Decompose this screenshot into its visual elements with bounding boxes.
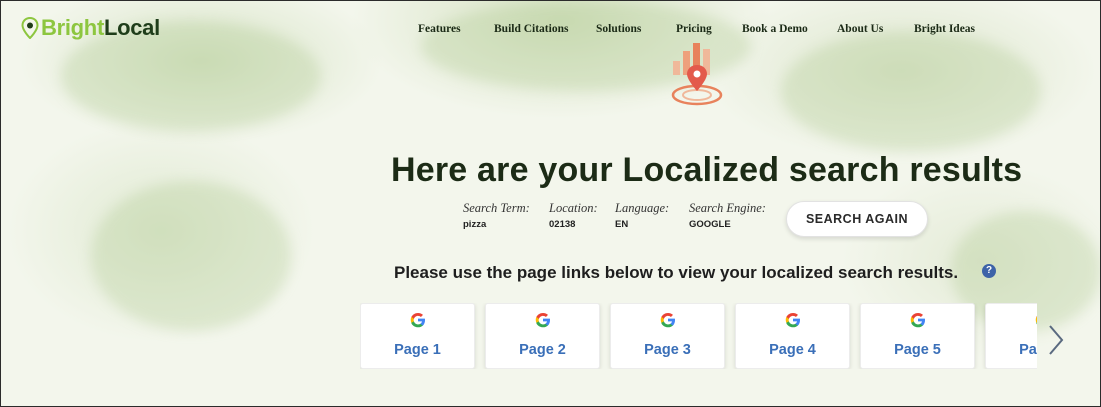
google-g-icon bbox=[1035, 315, 1037, 325]
page-carousel: Page 1 Page 2 Page 3 Page 4 Page 5 Pa bbox=[360, 303, 1037, 369]
help-icon[interactable]: ? bbox=[982, 264, 996, 278]
page-link-label: Page 2 bbox=[519, 342, 566, 358]
google-g-icon bbox=[660, 313, 675, 328]
google-g-icon bbox=[785, 313, 800, 328]
param-location: Location: 02138 bbox=[549, 201, 598, 230]
map-landmass bbox=[781, 31, 1041, 151]
page-link-5[interactable]: Page 5 bbox=[860, 303, 975, 369]
search-again-button[interactable]: SEARCH AGAIN bbox=[786, 201, 928, 237]
page-frame: Bright Local Features Build Citations Sol… bbox=[0, 0, 1101, 407]
nav-about-us[interactable]: About Us bbox=[837, 23, 883, 35]
param-label: Language: bbox=[615, 201, 670, 215]
page-link-6[interactable]: Page 6 bbox=[985, 303, 1037, 369]
google-g-icon bbox=[410, 313, 425, 328]
param-label: Search Term: bbox=[463, 201, 530, 215]
nav-features[interactable]: Features bbox=[418, 23, 461, 35]
nav-book-a-demo[interactable]: Book a Demo bbox=[742, 23, 808, 35]
location-pin-chart-icon bbox=[671, 43, 723, 106]
nav-solutions[interactable]: Solutions bbox=[596, 23, 641, 35]
nav-build-citations[interactable]: Build Citations bbox=[494, 23, 568, 35]
nav-bright-ideas[interactable]: Bright Ideas bbox=[914, 23, 975, 35]
page-link-4[interactable]: Page 4 bbox=[735, 303, 850, 369]
page-title: Here are your Localized search results bbox=[391, 151, 1023, 189]
google-g-icon bbox=[535, 313, 550, 328]
main-nav: Features Build Citations Solutions Prici… bbox=[1, 23, 1100, 43]
param-value: EN bbox=[615, 219, 629, 230]
page-link-label: Page 5 bbox=[894, 342, 941, 358]
page-link-label: Page 6 bbox=[1019, 342, 1037, 358]
param-label: Location: bbox=[549, 201, 598, 215]
page-link-1[interactable]: Page 1 bbox=[360, 303, 475, 369]
param-label: Search Engine: bbox=[689, 201, 766, 215]
param-value: 02138 bbox=[549, 219, 576, 230]
page-link-3[interactable]: Page 3 bbox=[610, 303, 725, 369]
google-g-icon bbox=[910, 313, 925, 328]
param-search-engine: Search Engine: GOOGLE bbox=[689, 201, 766, 230]
param-value: pizza bbox=[463, 219, 487, 230]
param-search-term: Search Term: pizza bbox=[463, 201, 530, 230]
chevron-right-icon[interactable] bbox=[1045, 323, 1067, 357]
nav-pricing[interactable]: Pricing bbox=[676, 23, 712, 35]
map-landmass bbox=[91, 181, 291, 331]
param-value: GOOGLE bbox=[689, 219, 731, 230]
param-language: Language: EN bbox=[615, 201, 669, 230]
page-link-2[interactable]: Page 2 bbox=[485, 303, 600, 369]
page-link-label: Page 4 bbox=[769, 342, 816, 358]
page-link-label: Page 3 bbox=[644, 342, 691, 358]
instructions-text: Please use the page links below to view … bbox=[394, 263, 959, 282]
page-link-label: Page 1 bbox=[394, 342, 441, 358]
